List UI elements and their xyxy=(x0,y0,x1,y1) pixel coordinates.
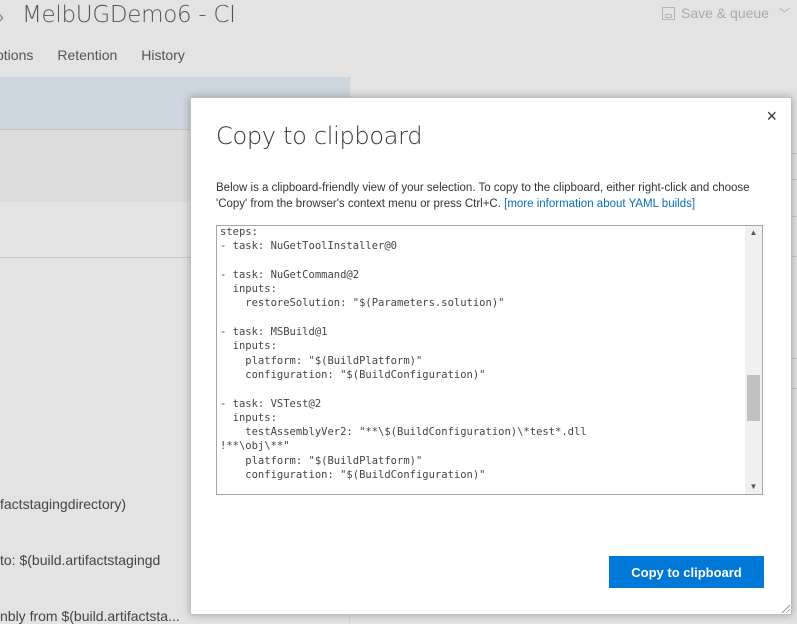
page-header: › MelbUGDemo6 - CI Save & queue ﹀ ptions… xyxy=(0,0,797,78)
scrollbar-thumb[interactable] xyxy=(747,375,760,421)
yaml-textarea[interactable]: steps: - task: NuGetToolInstaller@0 - ta… xyxy=(216,225,763,495)
save-icon xyxy=(662,6,675,20)
task-list-item-text[interactable]: factstagingdirectory) xyxy=(0,496,126,512)
tab-retention[interactable]: Retention xyxy=(57,47,117,63)
dialog-title: Copy to clipboard xyxy=(216,122,423,150)
pipeline-title: MelbUGDemo6 - CI xyxy=(22,2,236,28)
task-list-item-text[interactable]: nbly from $(build.artifactsta... xyxy=(0,608,180,624)
task-list-item-text[interactable]: to: $(build.artifactstagingd xyxy=(0,552,160,568)
dialog-description: Below is a clipboard-friendly view of yo… xyxy=(216,180,776,212)
save-and-queue-label: Save & queue xyxy=(681,5,769,21)
tab-options[interactable]: ptions xyxy=(0,47,33,63)
chevron-down-icon[interactable]: ﹀ xyxy=(779,5,790,21)
copy-to-clipboard-button[interactable]: Copy to clipboard xyxy=(609,556,764,588)
close-icon[interactable]: × xyxy=(766,106,777,127)
breadcrumb-chevron-icon[interactable]: › xyxy=(0,7,4,28)
yaml-code[interactable]: steps: - task: NuGetToolInstaller@0 - ta… xyxy=(220,226,587,494)
vertical-scrollbar[interactable]: ▲ ▼ xyxy=(745,226,762,494)
resize-grip-icon[interactable] xyxy=(780,603,790,613)
save-and-queue-button[interactable]: Save & queue ﹀ xyxy=(662,5,790,21)
scroll-down-arrow-icon[interactable]: ▼ xyxy=(745,480,762,494)
pipeline-tabs: ptions Retention History xyxy=(0,47,209,63)
copy-to-clipboard-dialog: × Copy to clipboard Below is a clipboard… xyxy=(190,97,792,615)
yaml-info-link[interactable]: [more information about YAML builds] xyxy=(504,198,695,210)
scroll-up-arrow-icon[interactable]: ▲ xyxy=(745,226,762,240)
tab-history[interactable]: History xyxy=(141,47,185,63)
